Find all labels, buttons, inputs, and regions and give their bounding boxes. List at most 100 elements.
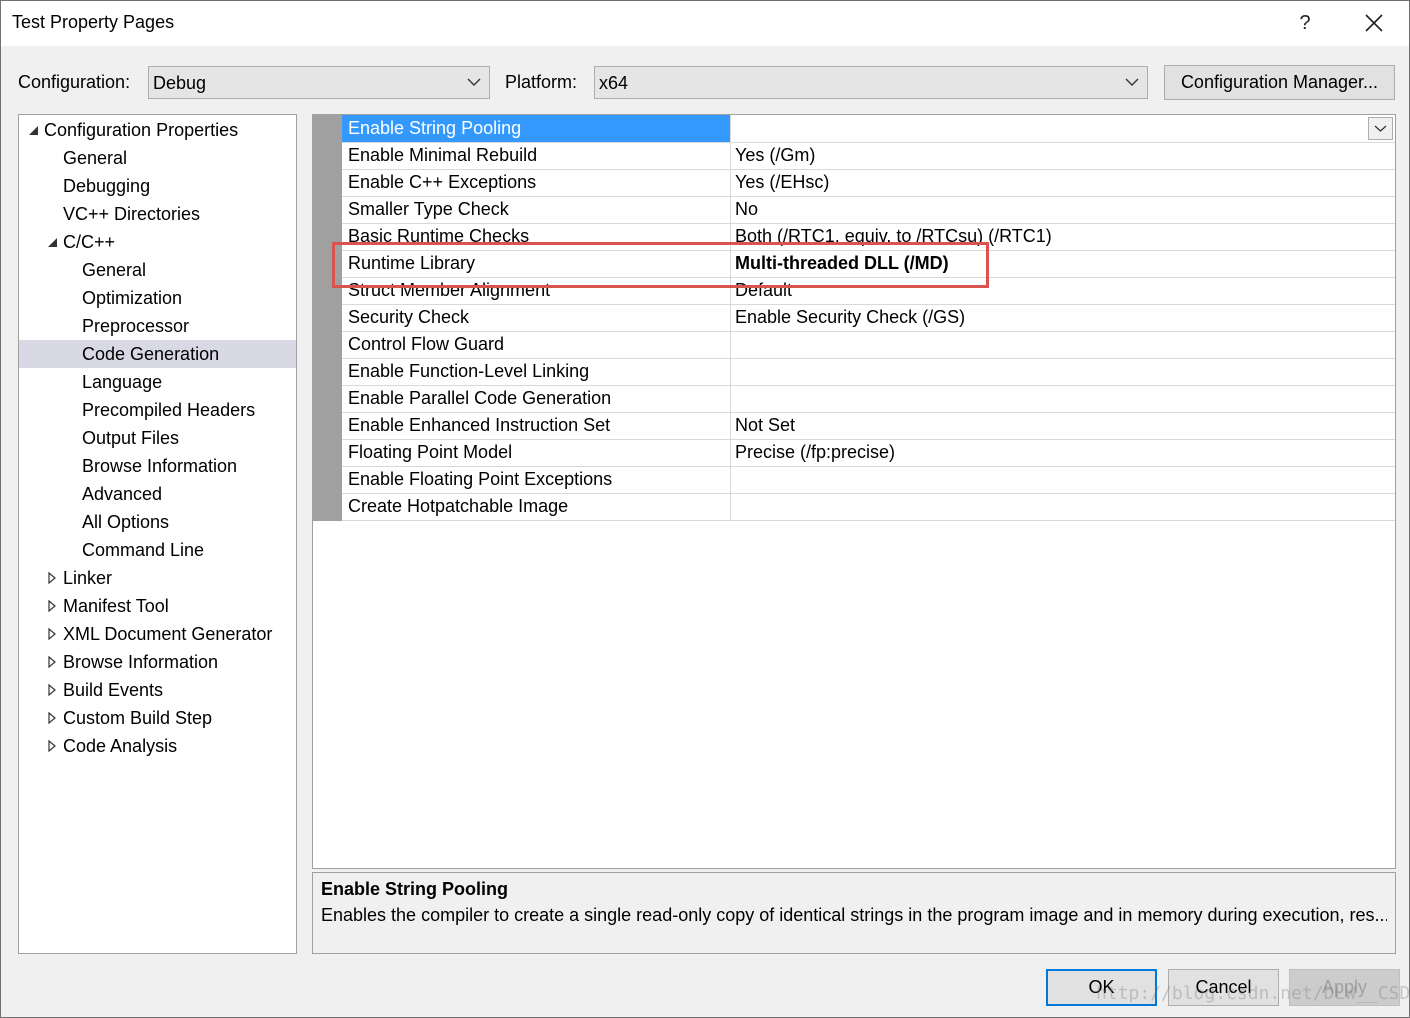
- property-value[interactable]: [731, 115, 1395, 142]
- property-name[interactable]: Security Check: [342, 304, 731, 331]
- collapsed-triangle-icon[interactable]: [46, 732, 60, 760]
- property-name[interactable]: Smaller Type Check: [342, 196, 731, 223]
- property-value[interactable]: Yes (/Gm): [731, 142, 1395, 169]
- property-value[interactable]: Precise (/fp:precise): [731, 439, 1395, 466]
- platform-value: x64: [599, 73, 629, 93]
- property-name[interactable]: Control Flow Guard: [342, 331, 731, 358]
- property-row[interactable]: Create Hotpatchable Image: [342, 493, 1395, 521]
- grid-gutter: [313, 115, 342, 521]
- tree-item-label: Manifest Tool: [63, 596, 169, 616]
- expanded-triangle-icon[interactable]: [46, 228, 60, 256]
- tree-item-label: Browse Information: [63, 652, 219, 672]
- collapsed-triangle-icon[interactable]: [46, 704, 60, 732]
- property-value[interactable]: [731, 493, 1395, 520]
- property-name[interactable]: Enable Floating Point Exceptions: [342, 466, 731, 493]
- window-title: Test Property Pages: [12, 12, 175, 32]
- collapsed-triangle-icon[interactable]: [46, 620, 60, 648]
- collapsed-triangle-icon[interactable]: [46, 564, 60, 592]
- tree-item[interactable]: C/C++: [19, 228, 296, 256]
- collapsed-triangle-icon[interactable]: [46, 592, 60, 620]
- tree-item[interactable]: VC++ Directories: [19, 200, 296, 228]
- tree-item[interactable]: Build Events: [19, 676, 296, 704]
- tree-item-label: Language: [82, 372, 163, 392]
- tree-item[interactable]: Debugging: [19, 172, 296, 200]
- property-name[interactable]: Struct Member Alignment: [342, 277, 731, 304]
- value-dropdown-button[interactable]: [1368, 117, 1393, 140]
- property-name[interactable]: Enable Enhanced Instruction Set: [342, 412, 731, 439]
- tree-item[interactable]: Output Files: [19, 424, 296, 452]
- tree-item-label: Code Generation: [82, 344, 220, 364]
- watermark-text: http://blog.csdn.net/DLW__CSDN: [1096, 983, 1410, 1004]
- property-value[interactable]: Both (/RTC1, equiv. to /RTCsu) (/RTC1): [731, 223, 1395, 250]
- tree-item[interactable]: Code Generation: [19, 340, 296, 368]
- tree-item[interactable]: Language: [19, 368, 296, 396]
- tree-item[interactable]: Configuration Properties: [19, 116, 296, 144]
- tree-item[interactable]: Browse Information: [19, 452, 296, 480]
- help-button[interactable]: ?: [1288, 6, 1322, 40]
- property-row[interactable]: Floating Point Model Precise (/fp:precise…: [342, 439, 1395, 467]
- close-button[interactable]: [1356, 6, 1392, 40]
- tree-item[interactable]: Precompiled Headers: [19, 396, 296, 424]
- tree-item[interactable]: Browse Information: [19, 648, 296, 676]
- property-row[interactable]: Security Check Enable Security Check (/GS…: [342, 304, 1395, 332]
- property-row[interactable]: Enable String Pooling: [342, 115, 1395, 143]
- platform-dropdown[interactable]: x64: [594, 66, 1148, 99]
- property-name[interactable]: Runtime Library: [342, 250, 731, 277]
- property-name[interactable]: Enable Function-Level Linking: [342, 358, 731, 385]
- tree-item[interactable]: Code Analysis: [19, 732, 296, 760]
- tree-item[interactable]: Manifest Tool: [19, 592, 296, 620]
- tree-item[interactable]: Custom Build Step: [19, 704, 296, 732]
- property-name[interactable]: Floating Point Model: [342, 439, 731, 466]
- property-name[interactable]: Create Hotpatchable Image: [342, 493, 731, 520]
- property-row[interactable]: Runtime Library Multi-threaded DLL (/MD): [342, 250, 1395, 278]
- property-name[interactable]: Enable Minimal Rebuild: [342, 142, 731, 169]
- property-value[interactable]: Not Set: [731, 412, 1395, 439]
- configuration-label: Configuration:: [18, 72, 131, 92]
- tree-item[interactable]: All Options: [19, 508, 296, 536]
- property-row[interactable]: Enable Function-Level Linking: [342, 358, 1395, 386]
- tree-item[interactable]: Preprocessor: [19, 312, 296, 340]
- tree-item-label: All Options: [82, 512, 170, 532]
- property-row[interactable]: Struct Member Alignment Default: [342, 277, 1395, 305]
- property-name[interactable]: Basic Runtime Checks: [342, 223, 731, 250]
- property-row[interactable]: Basic Runtime Checks Both (/RTC1, equiv. …: [342, 223, 1395, 251]
- property-value[interactable]: Multi-threaded DLL (/MD): [731, 250, 1395, 277]
- tree-item[interactable]: Advanced: [19, 480, 296, 508]
- configuration-dropdown[interactable]: Debug: [148, 66, 490, 99]
- property-value[interactable]: [731, 331, 1395, 358]
- property-row[interactable]: Enable Minimal Rebuild Yes (/Gm): [342, 142, 1395, 170]
- property-value[interactable]: [731, 466, 1395, 493]
- title-bar: Test Property Pages ?: [0, 0, 1410, 46]
- property-value[interactable]: [731, 385, 1395, 412]
- property-row[interactable]: Smaller Type Check No: [342, 196, 1395, 224]
- expanded-triangle-icon[interactable]: [27, 116, 41, 144]
- tree-item[interactable]: XML Document Generator: [19, 620, 296, 648]
- collapsed-triangle-icon[interactable]: [46, 648, 60, 676]
- collapsed-triangle-icon[interactable]: [46, 676, 60, 704]
- property-value[interactable]: No: [731, 196, 1395, 223]
- property-row[interactable]: Enable C++ Exceptions Yes (/EHsc): [342, 169, 1395, 197]
- tree-item-label: Command Line: [82, 540, 205, 560]
- property-row[interactable]: Enable Floating Point Exceptions: [342, 466, 1395, 494]
- property-name[interactable]: Enable C++ Exceptions: [342, 169, 731, 196]
- property-value[interactable]: Default: [731, 277, 1395, 304]
- tree-item-label: Precompiled Headers: [82, 400, 256, 420]
- property-row[interactable]: Enable Parallel Code Generation: [342, 385, 1395, 413]
- property-name[interactable]: Enable Parallel Code Generation: [342, 385, 731, 412]
- property-value[interactable]: [731, 358, 1395, 385]
- tree-item[interactable]: General: [19, 256, 296, 284]
- tree-item-label: XML Document Generator: [63, 624, 273, 644]
- property-value[interactable]: Yes (/EHsc): [731, 169, 1395, 196]
- property-value[interactable]: Enable Security Check (/GS): [731, 304, 1395, 331]
- tree-item[interactable]: Linker: [19, 564, 296, 592]
- platform-label: Platform:: [505, 72, 578, 92]
- tree-item-label: Build Events: [63, 680, 164, 700]
- configuration-manager-button[interactable]: Configuration Manager...: [1164, 65, 1395, 100]
- property-name[interactable]: Enable String Pooling: [342, 115, 731, 142]
- tree-item[interactable]: General: [19, 144, 296, 172]
- property-row[interactable]: Enable Enhanced Instruction Set Not Set: [342, 412, 1395, 440]
- tree-item[interactable]: Command Line: [19, 536, 296, 564]
- property-row[interactable]: Control Flow Guard: [342, 331, 1395, 359]
- tree-item-label: Preprocessor: [82, 316, 190, 336]
- tree-item[interactable]: Optimization: [19, 284, 296, 312]
